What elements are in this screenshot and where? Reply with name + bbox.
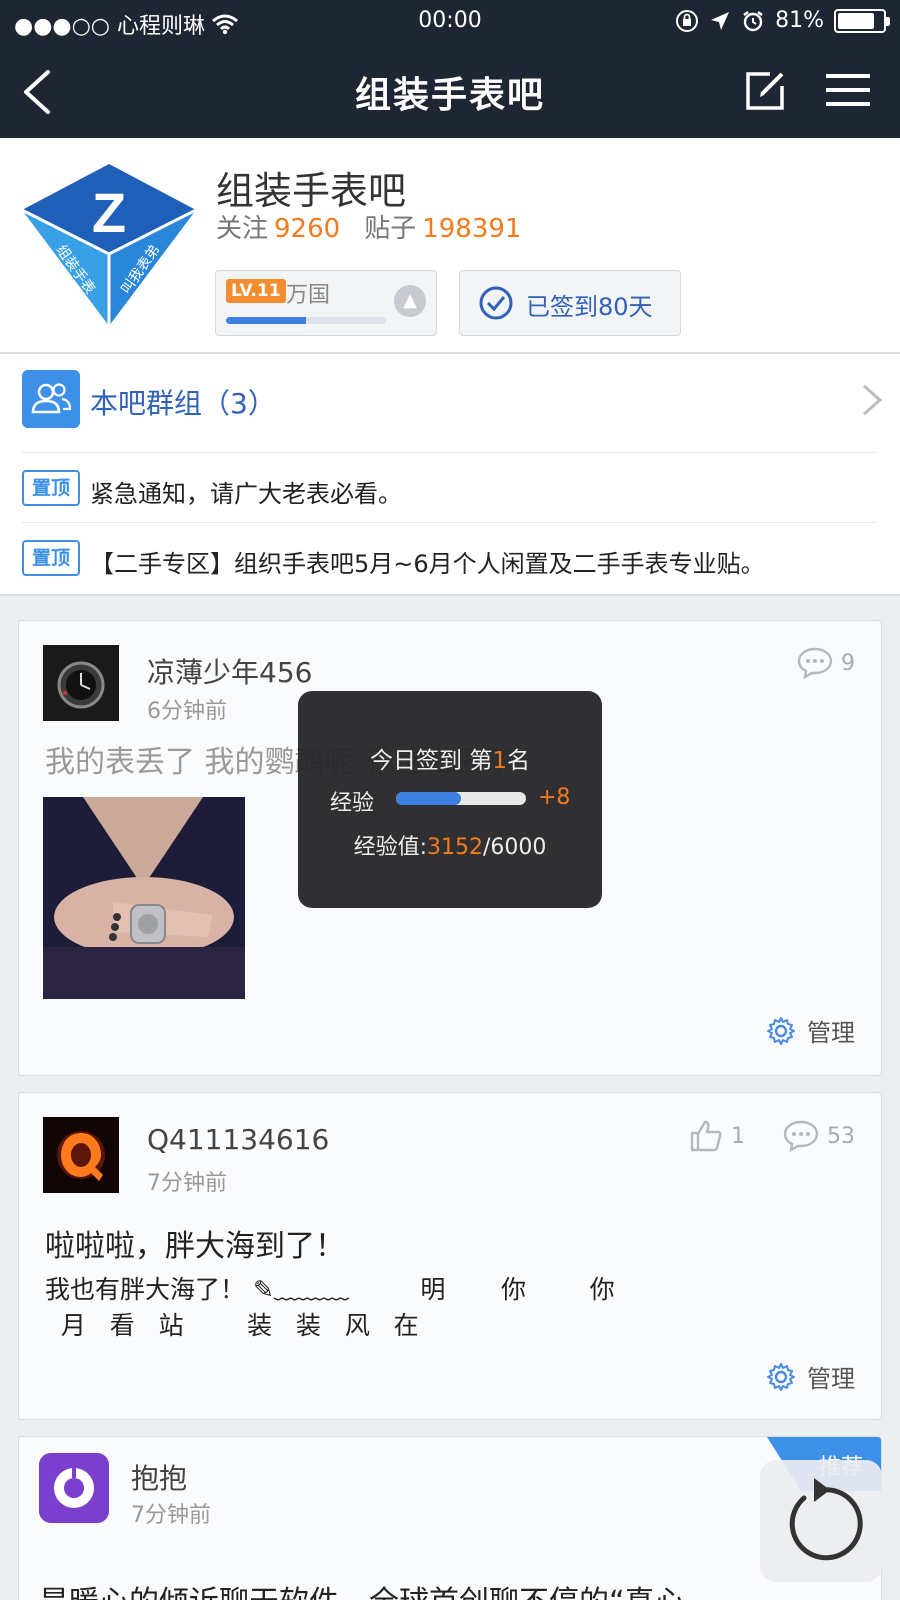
author-name[interactable]: 凉薄少年456 xyxy=(147,651,312,691)
signed-days-label: 已签到80天 xyxy=(526,293,653,321)
toast-exp-bar xyxy=(396,792,526,805)
status-right: 81% xyxy=(675,8,890,33)
divider xyxy=(22,452,878,453)
level-card[interactable]: LV.11 万国 ▲ xyxy=(215,270,437,336)
compose-icon[interactable] xyxy=(744,70,786,112)
forum-stats: 关注 9260 贴子 198391 xyxy=(216,208,545,245)
like-count: 1 xyxy=(731,1123,745,1149)
battery-percent: 81% xyxy=(775,8,824,33)
toast-exp-fill xyxy=(396,792,461,805)
group-row[interactable]: 本吧群组（3） xyxy=(0,354,900,452)
pinned-post[interactable]: 置顶 紧急通知，请广大老表必看。 xyxy=(0,454,900,524)
comment-icon[interactable] xyxy=(783,1120,819,1152)
post-title[interactable]: 啦啦啦，胖大海到了！ xyxy=(45,1221,345,1265)
forum-logo: Z 组装手表 叫我表弟 xyxy=(21,164,197,326)
pinned-title: 紧急通知，请广大老表必看。 xyxy=(90,480,402,508)
level-name: 万国 xyxy=(286,283,331,308)
post-time: 7分钟前 xyxy=(131,1503,211,1528)
posts-count: 198391 xyxy=(422,214,522,244)
toast-exp-current: 3152 xyxy=(427,835,483,860)
toast-rank-suffix: 名 xyxy=(506,748,530,774)
toast-rank-prefix: 今日签到 第 xyxy=(370,748,493,774)
check-circle-icon xyxy=(479,286,513,320)
gear-icon xyxy=(767,1016,795,1045)
sign-in-button[interactable]: 已签到80天 xyxy=(459,270,681,336)
rotation-lock-icon xyxy=(676,9,699,32)
toast-exp-total: /6000 xyxy=(483,835,547,860)
forum-name: 组装手表吧 xyxy=(216,169,407,213)
post-time: 6分钟前 xyxy=(147,699,227,724)
manage-label: 管理 xyxy=(807,1365,855,1393)
level-progress-bar xyxy=(226,317,386,324)
post-image[interactable] xyxy=(43,797,245,999)
level-badge: LV.11 xyxy=(226,279,286,303)
follow-label: 关注 xyxy=(216,214,269,244)
group-icon xyxy=(22,370,80,428)
follow-count: 9260 xyxy=(274,214,341,244)
divider xyxy=(22,522,878,523)
post-meta: 9 xyxy=(797,647,855,679)
refresh-icon xyxy=(789,1478,863,1561)
location-icon xyxy=(711,11,730,30)
pinned-tag: 置顶 xyxy=(22,470,80,506)
pinned-post[interactable]: 置顶 【二手专区】组织手表吧5月~6月个人闲置及二手手表专业贴。 xyxy=(0,524,900,594)
status-left: ●●●○○ 心程则琳 xyxy=(14,8,239,40)
post-title[interactable]: 是暖心的倾诉聊天软件，全球首创聊不停的“真心... xyxy=(39,1577,713,1600)
pinned-title: 【二手专区】组织手表吧5月~6月个人闲置及二手手表专业贴。 xyxy=(90,550,765,578)
comment-icon[interactable] xyxy=(797,647,833,679)
manage-button[interactable]: 管理 xyxy=(765,1013,855,1048)
post-body-line: 月 看 站 装 装 风 在 xyxy=(45,1311,419,1340)
post-time: 7分钟前 xyxy=(147,1171,227,1196)
battery-icon xyxy=(834,8,890,33)
carrier-label: ●●●○○ 心程则琳 xyxy=(14,14,205,39)
alarm-icon xyxy=(743,10,763,31)
toast-exp-value-label: 经验值: xyxy=(353,835,427,860)
post-card[interactable]: Q411134616 7分钟前 1 53 啦啦啦，胖大海到了！ 我也有胖大海了！… xyxy=(18,1092,882,1420)
post-body-line: 我也有胖大海了！ ✎﹏﹏﹏ 明 你 你 xyxy=(45,1275,615,1304)
forum-info-block: 本吧群组（3） 置顶 紧急通知，请广大老表必看。 置顶 【二手专区】组织手表吧5… xyxy=(0,354,900,596)
post-meta: 1 53 xyxy=(689,1119,855,1153)
avatar[interactable] xyxy=(43,1117,119,1193)
post-card-recommended[interactable]: 抱抱 7分钟前 推荐 是暖心的倾诉聊天软件，全球首创聊不停的“真心... xyxy=(18,1436,882,1600)
rocket-icon[interactable]: ▲ xyxy=(394,285,426,317)
top-bar: ●●●○○ 心程则琳 00:00 81% 组装手表吧 xyxy=(0,0,900,138)
avatar[interactable] xyxy=(43,645,119,721)
toast-rank-line: 今日签到 第1名 xyxy=(298,741,602,775)
refresh-button[interactable] xyxy=(760,1460,882,1582)
posts-label: 贴子 xyxy=(364,214,417,244)
toast-exp-value-line: 经验值:3152/6000 xyxy=(298,829,602,861)
menu-icon[interactable] xyxy=(826,72,870,108)
logo-letter: Z xyxy=(92,181,126,244)
toast-rank: 1 xyxy=(492,748,507,774)
toast-exp-gain: +8 xyxy=(538,785,571,810)
author-name[interactable]: 抱抱 xyxy=(131,1457,187,1497)
thumbs-up-icon[interactable] xyxy=(689,1119,723,1153)
wifi-icon xyxy=(212,14,238,35)
status-bar: ●●●○○ 心程则琳 00:00 81% xyxy=(0,0,900,46)
author-name[interactable]: Q411134616 xyxy=(147,1123,329,1156)
gear-icon xyxy=(767,1362,795,1391)
manage-label: 管理 xyxy=(807,1019,855,1047)
sign-in-toast: 今日签到 第1名 经验 +8 经验值:3152/6000 xyxy=(298,691,602,908)
group-label: 本吧群组（3） xyxy=(90,387,276,420)
forum-header: Z 组装手表 叫我表弟 组装手表吧 关注 9260 贴子 198391 LV.11 万… xyxy=(0,138,900,354)
app-icon[interactable] xyxy=(39,1453,109,1523)
comment-count: 53 xyxy=(827,1123,855,1149)
level-progress-fill xyxy=(226,317,306,324)
chevron-right-icon xyxy=(863,384,883,416)
comment-count: 9 xyxy=(841,650,855,676)
manage-button[interactable]: 管理 xyxy=(765,1359,855,1394)
toast-exp-label: 经验 xyxy=(330,791,375,816)
pinned-tag: 置顶 xyxy=(22,540,80,576)
battery-fill xyxy=(838,12,874,29)
